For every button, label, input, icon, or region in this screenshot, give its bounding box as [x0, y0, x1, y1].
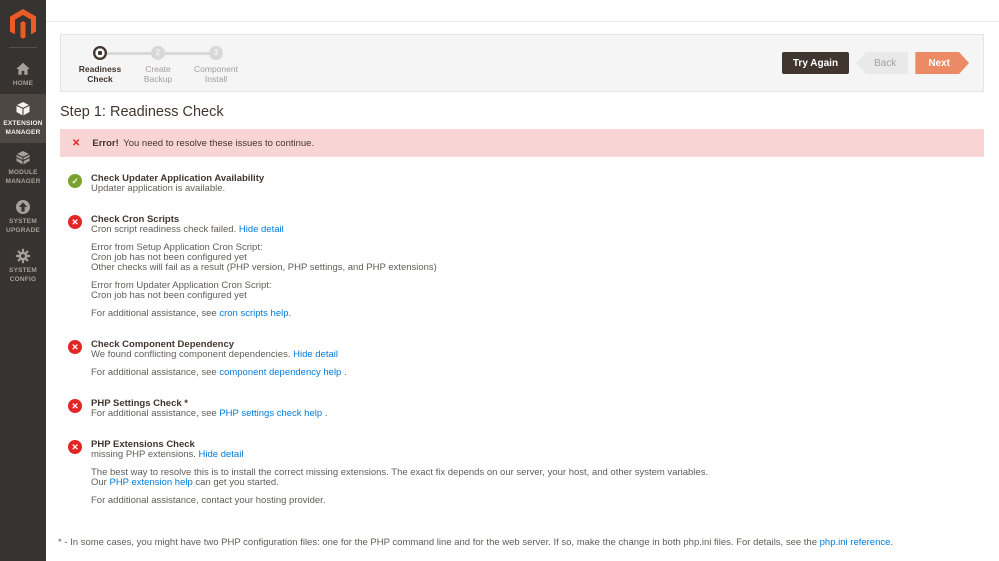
step-component-install: 3 Component Install: [158, 45, 245, 84]
readiness-check-list: ✓ Check Updater Application Availability…: [68, 174, 984, 527]
main-content: Readiness Check 2 Create Backup 3 Compon…: [46, 0, 999, 561]
php-ini-reference-link[interactable]: php.ini reference: [820, 537, 891, 548]
check-item-updater: ✓ Check Updater Application Availability…: [68, 174, 984, 194]
error-banner-message: Error! You need to resolve these issues …: [92, 138, 314, 149]
admin-header-bar: [46, 0, 999, 22]
step-circle: 3: [209, 45, 223, 60]
step-circle-active: [93, 45, 107, 60]
assistance-text: For additional assistance, see: [91, 308, 220, 319]
admin-sidebar: HOME EXTENSION MANAGER MODULE MANAGER SY…: [0, 0, 46, 561]
back-button[interactable]: Back: [856, 52, 909, 74]
try-again-button[interactable]: Try Again: [781, 52, 850, 74]
assistance-line: For additional assistance, see cron scri…: [91, 309, 437, 319]
step-label: Readiness Check: [78, 63, 122, 84]
next-button[interactable]: Next: [915, 52, 969, 74]
sidebar-item-label: HOME: [12, 80, 34, 87]
help-suffix: can get you started.: [192, 477, 279, 488]
progress-stepper: Readiness Check 2 Create Backup 3 Compon…: [71, 42, 245, 84]
check-item-cron: ✕ Check Cron Scripts Cron script readine…: [68, 215, 984, 319]
footnote-suffix: .: [890, 537, 894, 548]
help-text: Our: [91, 477, 110, 488]
component-dependency-help-link[interactable]: component dependency help: [219, 367, 341, 378]
detail-line: Our PHP extension help can get you start…: [91, 478, 708, 488]
assistance-line: For additional assistance, contact your …: [91, 495, 326, 506]
home-icon: [16, 62, 30, 75]
assistance-suffix: .: [341, 367, 347, 378]
sidebar-divider: [9, 47, 37, 48]
magento-logo-icon: [10, 9, 36, 39]
error-x-icon: ✕: [72, 137, 81, 149]
sidebar-item-system-upgrade[interactable]: SYSTEM UPGRADE: [0, 192, 46, 241]
error-cross-icon: ✕: [68, 215, 82, 229]
detail-line: Other checks will fail as a result (PHP …: [91, 262, 437, 273]
error-banner-text: You need to resolve these issues to cont…: [120, 137, 315, 149]
hide-detail-link[interactable]: Hide detail: [293, 349, 338, 360]
error-cross-icon: ✕: [68, 399, 82, 413]
check-status-line: Cron script readiness check failed. Hide…: [91, 225, 437, 235]
sidebar-item-label: SYSTEM CONFIG: [9, 267, 37, 283]
sidebar-item-label: MODULE MANAGER: [5, 169, 41, 185]
assistance-text: For additional assistance, see: [91, 408, 220, 419]
error-banner-prefix: Error!: [92, 137, 119, 149]
page-title: Step 1: Readiness Check: [60, 104, 224, 120]
module-manager-icon: [16, 151, 30, 165]
assistance-text: For additional assistance, see: [91, 367, 220, 378]
resolve-paragraph: The best way to resolve this is to insta…: [91, 468, 708, 488]
wizard-nav-panel: Readiness Check 2 Create Backup 3 Compon…: [60, 34, 984, 92]
php-ini-footnote: * - In some cases, you might have two PH…: [58, 537, 984, 548]
error-cross-icon: ✕: [68, 340, 82, 354]
check-status: missing PHP extensions.: [91, 449, 199, 460]
assistance-suffix: .: [288, 308, 292, 319]
cron-scripts-help-link[interactable]: cron scripts help: [219, 308, 288, 319]
sidebar-item-label: SYSTEM UPGRADE: [6, 218, 40, 234]
system-upgrade-icon: [16, 200, 30, 215]
sidebar-item-extension-manager[interactable]: EXTENSION MANAGER: [0, 94, 46, 144]
detail-line: Cron job has not been configured yet: [91, 290, 247, 301]
assistance-line: For additional assistance, see PHP setti…: [91, 409, 327, 419]
sidebar-item-system-config[interactable]: SYSTEM CONFIG: [0, 241, 46, 290]
cron-setup-error: Error from Setup Application Cron Script…: [91, 243, 437, 273]
check-status-line: We found conflicting component dependenc…: [91, 350, 347, 360]
check-item-php-settings: ✕ PHP Settings Check * For additional as…: [68, 399, 984, 419]
error-banner: ✕ Error! You need to resolve these issue…: [60, 129, 984, 157]
system-config-icon: [15, 248, 31, 264]
check-item-dependency: ✕ Check Component Dependency We found co…: [68, 340, 984, 378]
step-label: Create Backup: [143, 63, 173, 84]
php-extension-help-link[interactable]: PHP extension help: [109, 477, 192, 488]
magento-logo[interactable]: [0, 0, 46, 47]
hide-detail-link[interactable]: Hide detail: [199, 449, 244, 460]
check-description: Updater application is available.: [91, 183, 226, 194]
extension-manager-icon: [16, 102, 30, 117]
step-label: Component Install: [194, 63, 238, 84]
sidebar-item-label: EXTENSION MANAGER: [3, 120, 43, 136]
success-check-icon: ✓: [68, 174, 82, 188]
step-circle: 2: [151, 45, 165, 60]
error-cross-icon: ✕: [68, 440, 82, 454]
cron-updater-error: Error from Updater Application Cron Scri…: [91, 281, 437, 301]
assistance-suffix: .: [322, 408, 328, 419]
assistance-line: For additional assistance, see component…: [91, 368, 347, 378]
footnote-text: * - In some cases, you might have two PH…: [58, 537, 820, 548]
hide-detail-link[interactable]: Hide detail: [239, 224, 284, 235]
sidebar-item-home[interactable]: HOME: [0, 54, 46, 94]
wizard-buttons: Try Again Back Next: [781, 52, 969, 74]
check-item-php-extensions: ✕ PHP Extensions Check missing PHP exten…: [68, 440, 984, 506]
check-status: We found conflicting component dependenc…: [91, 349, 294, 360]
check-status: Cron script readiness check failed.: [91, 224, 239, 235]
check-status-line: missing PHP extensions. Hide detail: [91, 450, 708, 460]
php-settings-help-link[interactable]: PHP settings check help: [219, 408, 322, 419]
sidebar-item-module-manager[interactable]: MODULE MANAGER: [0, 143, 46, 192]
